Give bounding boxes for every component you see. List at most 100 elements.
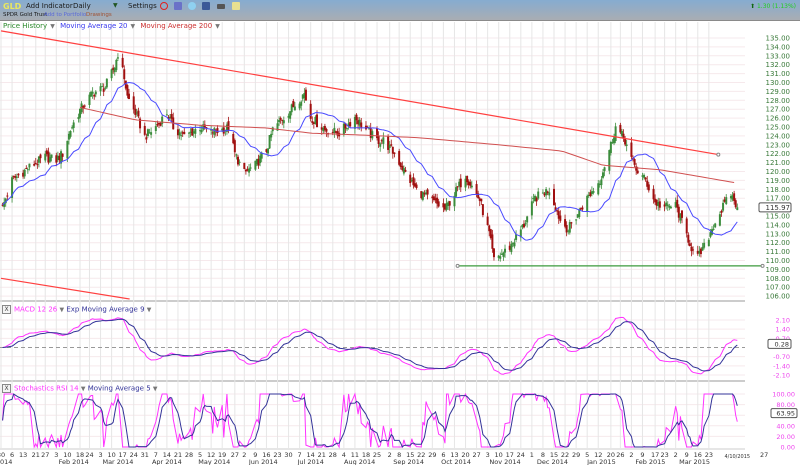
candle-up [718,211,721,227]
candle-down [630,137,633,160]
stoch-label[interactable]: Stochastics RSI 14 [14,385,79,393]
macd-signal-label[interactable]: Exp Moving Average 9 [66,306,144,314]
candle-body [712,228,715,230]
candle-body [123,69,126,80]
stoch-axis-label: 0.00 [781,444,795,452]
candle-up [665,198,668,210]
candle-up [526,215,529,228]
close-panel-button[interactable]: X [2,305,11,314]
candle-body [624,138,627,145]
macd-axis-label: 1.40 [776,326,790,334]
candle-body [404,169,407,172]
candle-up [271,126,274,135]
price-axis-label: 132.00 [766,61,791,69]
candle-body [134,108,137,115]
month-label: Mar 2014 [102,458,133,465]
month-label: Nov 2014 [489,458,520,465]
candle-body [644,177,647,180]
candle-body [541,192,544,194]
candle-up [289,111,292,123]
candle-body [6,195,9,197]
candle-up [72,119,75,133]
chevron-down-icon[interactable]: ▼ [215,23,220,30]
candle-body [581,207,584,210]
candle-body [609,142,612,153]
stoch-signal-label[interactable]: Moving Average 5 [88,385,151,393]
candle-up [101,82,104,88]
candle-body [325,129,328,132]
macd-axis-label: -1.40 [773,362,790,370]
candle-down [481,203,484,218]
candle-body [69,130,72,137]
candle-body [491,234,494,249]
candle-body [309,103,312,119]
candle-down [553,184,555,207]
macd-axis-label: 2.10 [776,316,790,324]
candle-body [687,234,690,243]
candle-up [455,182,458,198]
candle-body [17,173,20,176]
candle-up [23,168,26,179]
trendline-handle [455,263,460,268]
candle-body [116,57,119,59]
month-label: Oct 2014 [441,458,471,465]
legend-price-history[interactable]: Price History [3,22,47,30]
candle-body [725,197,728,204]
chart-canvas[interactable]: 3061321273101824310172431714212851219272… [0,0,800,465]
legend-ma20[interactable]: Moving Average 20 [60,22,127,30]
candle-body [666,204,669,207]
candle-body [293,106,296,111]
candle-up [541,189,544,194]
candle-body [150,132,153,135]
candle-body [733,193,736,201]
candle-down [581,205,584,212]
candle-body [426,189,429,195]
candle-body [121,57,124,68]
chevron-down-icon[interactable]: ▼ [59,307,64,314]
candle-up [614,122,617,144]
chevron-down-icon[interactable]: ▼ [81,386,86,393]
candle-body [568,222,571,233]
candle-down [309,100,312,122]
candle-body [481,204,484,216]
candle-body [643,174,646,178]
price-axis-label: 121.00 [766,159,791,167]
month-label: Jan 2015 [586,458,616,465]
candle-body [504,248,507,253]
candle-up [502,251,505,261]
candle-body [23,169,26,177]
candle-up [515,230,518,243]
x-tick-label: 1 [530,451,534,459]
candle-body [267,148,270,154]
candle-body [680,210,683,218]
candle-body [456,186,459,188]
month-label: Aug 2014 [344,458,375,465]
candle-body [720,210,723,213]
candle-body [707,239,710,247]
candle-body [377,136,380,144]
candle-body [718,214,721,226]
candle-up [669,205,672,209]
chevron-down-icon[interactable]: ▼ [153,386,158,393]
candle-body [346,128,349,130]
candle-body [636,170,639,174]
candle-body [510,243,513,253]
chevron-down-icon[interactable]: ▼ [130,23,135,30]
month-label: 2014 [0,458,12,465]
close-panel-button[interactable]: X [2,384,11,393]
candle-body [300,101,303,106]
price-axis-label: 108.00 [766,275,791,283]
macd-label[interactable]: MACD 12 26 [14,306,57,314]
x-tick-label: 27 [760,451,768,459]
chevron-down-icon[interactable]: ▼ [50,23,55,30]
candle-body [102,88,105,92]
candle-body [382,137,385,144]
macd-axis-label: -0.70 [773,353,790,361]
price-axis-label: 113.00 [766,230,791,238]
candle-down [243,162,246,170]
candle-body [249,167,252,169]
chevron-down-icon[interactable]: ▼ [147,307,152,314]
legend-ma200[interactable]: Moving Average 200 [140,22,212,30]
candle-body [72,122,75,129]
price-axis-label: 122.00 [766,150,791,158]
